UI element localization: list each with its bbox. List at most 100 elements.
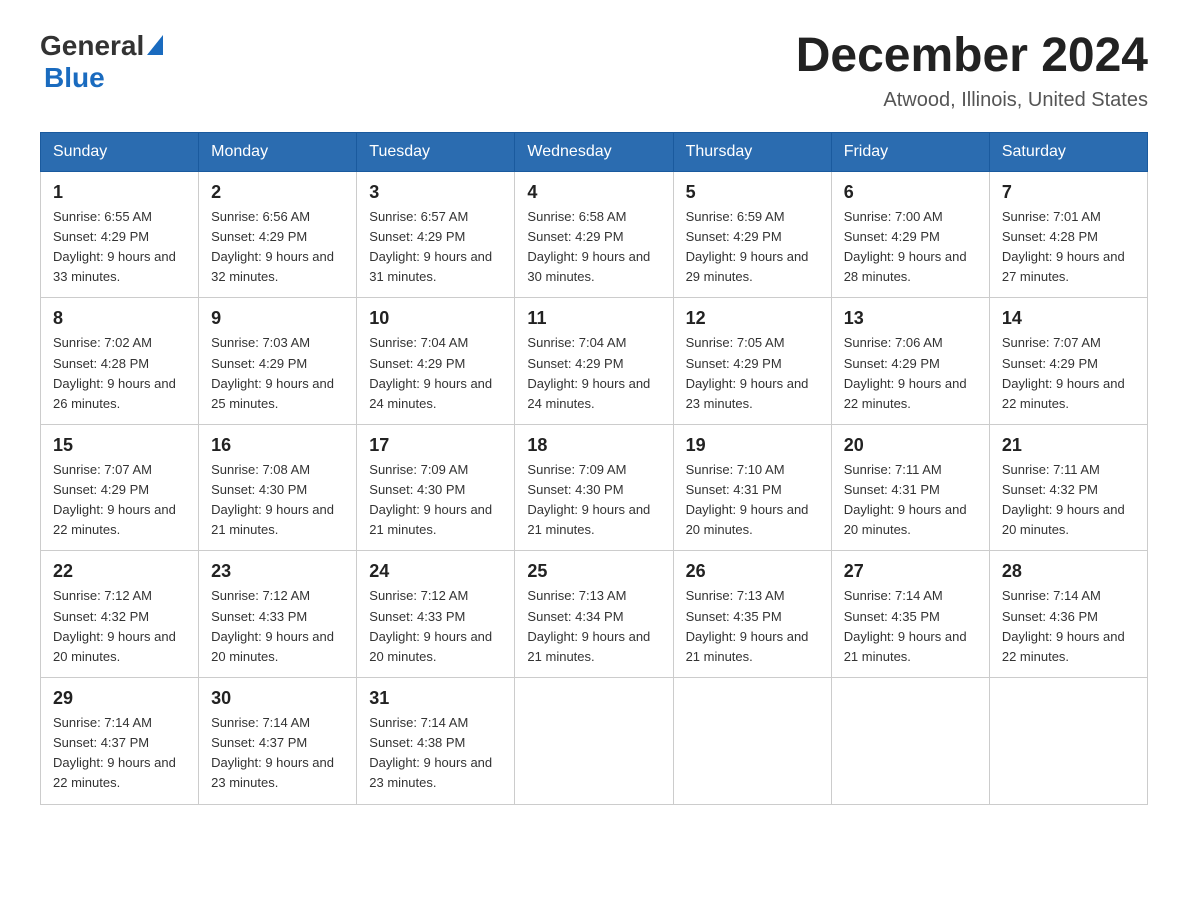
location-title: Atwood, Illinois, United States	[796, 89, 1148, 112]
table-row: 18Sunrise: 7:09 AMSunset: 4:30 PMDayligh…	[515, 424, 673, 551]
day-info: Sunrise: 7:03 AMSunset: 4:29 PMDaylight:…	[211, 333, 344, 414]
col-sunday: Sunday	[41, 132, 199, 171]
day-number: 21	[1002, 435, 1135, 456]
day-number: 9	[211, 308, 344, 329]
day-number: 20	[844, 435, 977, 456]
day-info: Sunrise: 7:10 AMSunset: 4:31 PMDaylight:…	[686, 460, 819, 541]
day-info: Sunrise: 7:14 AMSunset: 4:38 PMDaylight:…	[369, 713, 502, 794]
month-title: December 2024	[796, 30, 1148, 83]
table-row: 23Sunrise: 7:12 AMSunset: 4:33 PMDayligh…	[199, 551, 357, 678]
table-row: 2 Sunrise: 6:56 AMSunset: 4:29 PMDaylight…	[199, 171, 357, 298]
table-row: 7 Sunrise: 7:01 AMSunset: 4:28 PMDaylight…	[989, 171, 1147, 298]
table-row	[515, 678, 673, 805]
day-number: 12	[686, 308, 819, 329]
day-number: 26	[686, 561, 819, 582]
table-row: 13 Sunrise: 7:06 AMSunset: 4:29 PMDayligh…	[831, 298, 989, 425]
day-number: 28	[1002, 561, 1135, 582]
table-row: 16 Sunrise: 7:08 AMSunset: 4:30 PMDayligh…	[199, 424, 357, 551]
table-row: 27Sunrise: 7:14 AMSunset: 4:35 PMDayligh…	[831, 551, 989, 678]
day-info: Sunrise: 7:06 AMSunset: 4:29 PMDaylight:…	[844, 333, 977, 414]
day-number: 5	[686, 182, 819, 203]
table-row	[989, 678, 1147, 805]
day-number: 11	[527, 308, 660, 329]
day-number: 10	[369, 308, 502, 329]
table-row: 10Sunrise: 7:04 AMSunset: 4:29 PMDayligh…	[357, 298, 515, 425]
table-row: 8 Sunrise: 7:02 AMSunset: 4:28 PMDaylight…	[41, 298, 199, 425]
calendar-week-row: 8 Sunrise: 7:02 AMSunset: 4:28 PMDaylight…	[41, 298, 1148, 425]
day-info: Sunrise: 7:01 AMSunset: 4:28 PMDaylight:…	[1002, 207, 1135, 288]
table-row: 1Sunrise: 6:55 AMSunset: 4:29 PMDaylight…	[41, 171, 199, 298]
day-number: 8	[53, 308, 186, 329]
day-number: 17	[369, 435, 502, 456]
table-row: 29 Sunrise: 7:14 AMSunset: 4:37 PMDayligh…	[41, 678, 199, 805]
day-info: Sunrise: 7:11 AMSunset: 4:32 PMDaylight:…	[1002, 460, 1135, 541]
table-row: 31 Sunrise: 7:14 AMSunset: 4:38 PMDayligh…	[357, 678, 515, 805]
table-row: 4Sunrise: 6:58 AMSunset: 4:29 PMDaylight…	[515, 171, 673, 298]
day-info: Sunrise: 7:14 AMSunset: 4:37 PMDaylight:…	[53, 713, 186, 794]
day-info: Sunrise: 7:00 AMSunset: 4:29 PMDaylight:…	[844, 207, 977, 288]
logo-triangle-icon	[147, 35, 163, 55]
table-row: 3 Sunrise: 6:57 AMSunset: 4:29 PMDaylight…	[357, 171, 515, 298]
day-info: Sunrise: 7:12 AMSunset: 4:32 PMDaylight:…	[53, 586, 186, 667]
day-number: 27	[844, 561, 977, 582]
day-info: Sunrise: 7:14 AMSunset: 4:37 PMDaylight:…	[211, 713, 344, 794]
day-info: Sunrise: 7:14 AMSunset: 4:36 PMDaylight:…	[1002, 586, 1135, 667]
table-row: 28 Sunrise: 7:14 AMSunset: 4:36 PMDayligh…	[989, 551, 1147, 678]
day-number: 6	[844, 182, 977, 203]
table-row: 5 Sunrise: 6:59 AMSunset: 4:29 PMDaylight…	[673, 171, 831, 298]
day-number: 7	[1002, 182, 1135, 203]
table-row: 24Sunrise: 7:12 AMSunset: 4:33 PMDayligh…	[357, 551, 515, 678]
day-number: 25	[527, 561, 660, 582]
calendar-week-row: 22 Sunrise: 7:12 AMSunset: 4:32 PMDayligh…	[41, 551, 1148, 678]
col-thursday: Thursday	[673, 132, 831, 171]
day-number: 13	[844, 308, 977, 329]
table-row: 20 Sunrise: 7:11 AMSunset: 4:31 PMDayligh…	[831, 424, 989, 551]
calendar-week-row: 15 Sunrise: 7:07 AMSunset: 4:29 PMDayligh…	[41, 424, 1148, 551]
calendar-table: Sunday Monday Tuesday Wednesday Thursday…	[40, 132, 1148, 805]
day-info: Sunrise: 7:13 AMSunset: 4:35 PMDaylight:…	[686, 586, 819, 667]
calendar-week-row: 29 Sunrise: 7:14 AMSunset: 4:37 PMDayligh…	[41, 678, 1148, 805]
day-info: Sunrise: 6:57 AMSunset: 4:29 PMDaylight:…	[369, 207, 502, 288]
day-info: Sunrise: 7:11 AMSunset: 4:31 PMDaylight:…	[844, 460, 977, 541]
table-row: 21 Sunrise: 7:11 AMSunset: 4:32 PMDayligh…	[989, 424, 1147, 551]
table-row: 6 Sunrise: 7:00 AMSunset: 4:29 PMDaylight…	[831, 171, 989, 298]
day-info: Sunrise: 7:04 AMSunset: 4:29 PMDaylight:…	[527, 333, 660, 414]
table-row: 25Sunrise: 7:13 AMSunset: 4:34 PMDayligh…	[515, 551, 673, 678]
day-info: Sunrise: 6:56 AMSunset: 4:29 PMDaylight:…	[211, 207, 344, 288]
day-number: 1	[53, 182, 186, 203]
day-number: 19	[686, 435, 819, 456]
table-row: 30 Sunrise: 7:14 AMSunset: 4:37 PMDayligh…	[199, 678, 357, 805]
table-row: 11 Sunrise: 7:04 AMSunset: 4:29 PMDayligh…	[515, 298, 673, 425]
day-number: 31	[369, 688, 502, 709]
day-info: Sunrise: 7:12 AMSunset: 4:33 PMDaylight:…	[369, 586, 502, 667]
day-number: 23	[211, 561, 344, 582]
day-number: 30	[211, 688, 344, 709]
table-row: 14Sunrise: 7:07 AMSunset: 4:29 PMDayligh…	[989, 298, 1147, 425]
day-info: Sunrise: 7:08 AMSunset: 4:30 PMDaylight:…	[211, 460, 344, 541]
table-row: 12 Sunrise: 7:05 AMSunset: 4:29 PMDayligh…	[673, 298, 831, 425]
day-info: Sunrise: 6:59 AMSunset: 4:29 PMDaylight:…	[686, 207, 819, 288]
col-tuesday: Tuesday	[357, 132, 515, 171]
table-row	[673, 678, 831, 805]
col-friday: Friday	[831, 132, 989, 171]
table-row: 9 Sunrise: 7:03 AMSunset: 4:29 PMDaylight…	[199, 298, 357, 425]
day-info: Sunrise: 7:02 AMSunset: 4:28 PMDaylight:…	[53, 333, 186, 414]
table-row: 26 Sunrise: 7:13 AMSunset: 4:35 PMDayligh…	[673, 551, 831, 678]
day-info: Sunrise: 7:07 AMSunset: 4:29 PMDaylight:…	[53, 460, 186, 541]
day-info: Sunrise: 7:09 AMSunset: 4:30 PMDaylight:…	[369, 460, 502, 541]
table-row: 22 Sunrise: 7:12 AMSunset: 4:32 PMDayligh…	[41, 551, 199, 678]
day-number: 22	[53, 561, 186, 582]
page-header: General Blue December 2024 Atwood, Illin…	[40, 30, 1148, 112]
day-number: 3	[369, 182, 502, 203]
day-info: Sunrise: 7:05 AMSunset: 4:29 PMDaylight:…	[686, 333, 819, 414]
table-row	[831, 678, 989, 805]
day-number: 2	[211, 182, 344, 203]
logo: General Blue	[40, 30, 163, 94]
day-number: 29	[53, 688, 186, 709]
day-info: Sunrise: 7:09 AMSunset: 4:30 PMDaylight:…	[527, 460, 660, 541]
col-wednesday: Wednesday	[515, 132, 673, 171]
calendar-week-row: 1Sunrise: 6:55 AMSunset: 4:29 PMDaylight…	[41, 171, 1148, 298]
day-number: 16	[211, 435, 344, 456]
day-number: 15	[53, 435, 186, 456]
title-area: December 2024 Atwood, Illinois, United S…	[796, 30, 1148, 112]
